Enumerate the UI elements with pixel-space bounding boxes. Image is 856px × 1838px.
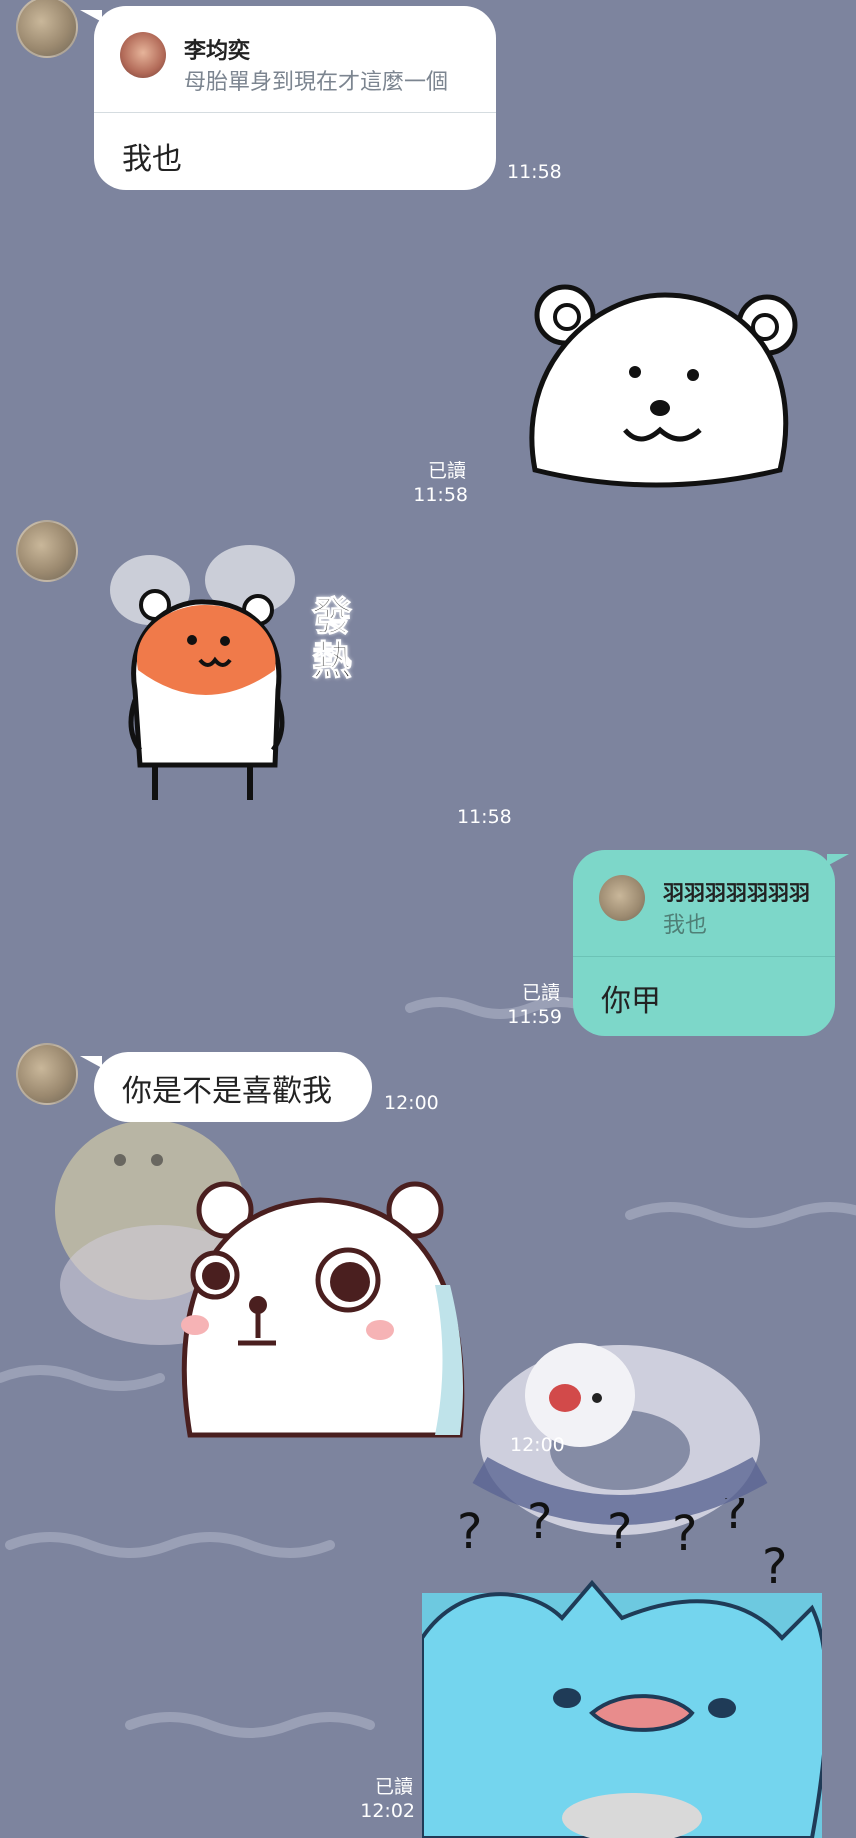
message-time: 11:58 (457, 806, 512, 828)
svg-text:?: ? (607, 1504, 632, 1560)
read-status: 已讀 (427, 460, 466, 482)
message-time: 11:59 (507, 1006, 562, 1028)
reply-divider (573, 956, 835, 957)
blue-cat-sticker[interactable]: ? ? ? ? ? ? (422, 1498, 822, 1838)
message-text: 你甲 (601, 984, 661, 1019)
surprised-bear-sticker[interactable] (170, 1165, 470, 1445)
reply-quoted-text: 母胎單身到現在才這麼一個 (184, 70, 449, 95)
svg-text:?: ? (457, 1504, 482, 1560)
reply-avatar-icon (120, 32, 166, 78)
read-status: 已讀 (374, 1776, 413, 1798)
incoming-text-bubble[interactable]: 你是不是喜歡我 (80, 1052, 372, 1122)
message-time: 12:00 (510, 1434, 565, 1456)
sender-avatar[interactable] (16, 520, 78, 582)
outgoing-reply-bubble[interactable]: 羽羽羽羽羽羽羽 我也 你甲 (573, 850, 849, 1036)
message-time: 12:02 (360, 1800, 415, 1822)
reply-sender-name: 羽羽羽羽羽羽羽 (663, 881, 810, 905)
reply-quoted-text: 我也 (663, 913, 708, 938)
incoming-reply-bubble[interactable]: 李均奕 母胎單身到現在才這麼一個 我也 (80, 6, 496, 190)
svg-text:?: ? (762, 1539, 787, 1595)
message-text: 你是不是喜歡我 (122, 1074, 332, 1109)
reply-sender-name: 李均奕 (184, 39, 251, 64)
svg-text:?: ? (722, 1498, 747, 1540)
message-text: 我也 (122, 142, 182, 177)
message-time: 11:58 (413, 484, 468, 506)
sticker-caption: 發熱 (312, 594, 353, 684)
svg-text:?: ? (672, 1506, 697, 1562)
svg-text:?: ? (527, 1498, 552, 1550)
message-time: 12:00 (384, 1092, 439, 1114)
polar-bear-sticker[interactable] (505, 275, 805, 515)
message-time: 11:58 (507, 161, 562, 183)
sender-avatar[interactable] (16, 1043, 78, 1105)
read-status: 已讀 (521, 982, 560, 1004)
reply-divider (94, 112, 496, 113)
reply-avatar-icon (599, 875, 645, 921)
